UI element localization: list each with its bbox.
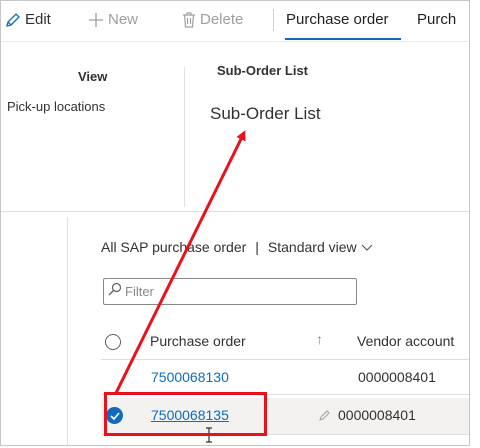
red-arrow-icon [114, 130, 246, 394]
